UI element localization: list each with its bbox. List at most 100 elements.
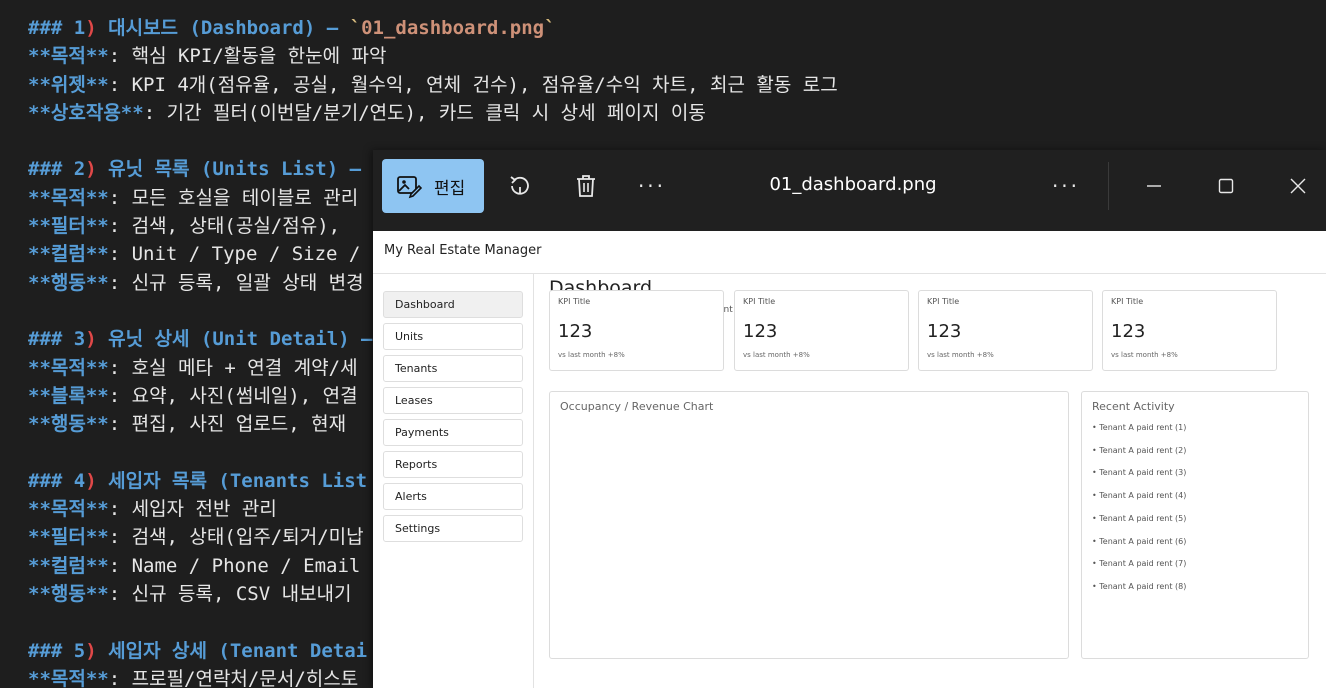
kpi-title: KPI Title (558, 297, 591, 306)
editor-token: **필터** (28, 526, 109, 549)
maximize-button[interactable] (1210, 170, 1242, 202)
sidebar-item-leases[interactable]: Leases (383, 387, 523, 414)
editor-token: **필터** (28, 215, 109, 238)
activity-item: • Tenant A paid rent (6) (1092, 536, 1187, 546)
editor-token: : 기간 필터(이번달/분기/연도), 카드 클릭 시 상세 페이지 이동 (143, 101, 706, 124)
viewer-toolbar: 편집 ··· 01_dashboard.png ··· (373, 150, 1326, 231)
editor-token: : KPI 4개(점유율, 공실, 월수익, 연체 건수), 점유율/수익 차트… (108, 73, 838, 96)
app-sidebar: Dashboard Units Tenants Leases Payments Repor… (373, 274, 534, 688)
editor-token: **위젯** (28, 73, 109, 96)
delete-button[interactable] (570, 170, 602, 202)
kpi-delta: vs last month +8% (743, 351, 810, 359)
editor-line: **목적**: 핵심 KPI/활동을 한눈에 파악 (28, 42, 1326, 70)
editor-token: : 세입자 전반 관리 (108, 498, 277, 521)
sidebar-item-tenants[interactable]: Tenants (383, 355, 523, 382)
more-icon: ··· (1051, 174, 1081, 198)
close-button[interactable] (1282, 170, 1314, 202)
toolbar-divider (1108, 162, 1109, 210)
editor-token: : Unit / Type / Size / (108, 243, 361, 266)
sidebar-item-reports[interactable]: Reports (383, 451, 523, 478)
kpi-card[interactable]: KPI Title 123 vs last month +8% (1102, 290, 1277, 371)
activity-item: • Tenant A paid rent (8) (1092, 581, 1187, 591)
image-canvas: My Real Estate Manager Dashboard Units Ten… (373, 231, 1326, 688)
editor-token: ### (28, 469, 74, 492)
rotate-button[interactable] (504, 170, 536, 202)
editor-token: : 프로필/연락처/문서/히스토 (108, 667, 359, 688)
minimize-button[interactable] (1138, 170, 1170, 202)
editor-token: : 검색, 상태(입주/퇴거/미납 (108, 526, 364, 549)
kpi-title: KPI Title (1111, 297, 1144, 306)
editor-token: : 편집, 사진 업로드, 현재 (108, 413, 347, 436)
editor-token: : 신규 등록, 일괄 상태 변경 (108, 271, 364, 294)
editor-token: **목적** (28, 186, 109, 209)
activity-item: • Tenant A paid rent (5) (1092, 513, 1187, 523)
editor-token: 유닛 상세 (Unit Detail) — (96, 328, 373, 351)
editor-token: : 검색, 상태(공실/점유), (108, 215, 341, 238)
editor-token: **행동** (28, 413, 109, 436)
editor-token: : 요약, 사진(썸네일), 연결 (108, 384, 358, 407)
editor-token: ) (85, 17, 97, 39)
editor-token: 1 (73, 17, 86, 39)
editor-token: 4 (73, 469, 86, 492)
editor-token: **목적** (28, 45, 109, 68)
editor-token: ### (28, 17, 74, 39)
rotate-icon (510, 176, 529, 195)
editor-token: **컬럼** (28, 554, 109, 577)
more-options-button[interactable]: ··· (636, 170, 668, 202)
editor-token: ) (85, 469, 97, 492)
editor-token: ### (28, 328, 74, 351)
editor-line: **위젯**: KPI 4개(점유율, 공실, 월수익, 연체 건수), 점유율… (28, 71, 1326, 99)
editor-token: 유닛 목록 (Units List) — (96, 158, 362, 181)
activity-title: Recent Activity (1092, 400, 1175, 413)
activity-item: • Tenant A paid rent (7) (1092, 559, 1187, 569)
title-more-button[interactable]: ··· (1050, 170, 1082, 202)
editor-token: **행동** (28, 271, 109, 294)
editor-token: ### (28, 639, 74, 662)
trash-icon (577, 175, 595, 197)
editor-token: 01_dashboard.png (361, 17, 545, 39)
kpi-value: 123 (558, 321, 593, 342)
minimize-icon (1147, 185, 1161, 187)
page-title: Dashboard (549, 277, 653, 291)
editor-token: **행동** (28, 582, 109, 605)
kpi-card[interactable]: KPI Title 123 vs last month +8% (918, 290, 1093, 371)
sidebar-item-units[interactable]: Units (383, 323, 523, 350)
editor-line: **상호작용**: 기간 필터(이번달/분기/연도), 카드 클릭 시 상세 페… (28, 99, 1326, 127)
kpi-delta: vs last month +8% (927, 351, 994, 359)
editor-token: ) (85, 639, 97, 662)
activity-item: • Tenant A paid rent (4) (1092, 491, 1187, 501)
activity-item: • Tenant A paid rent (2) (1092, 445, 1187, 455)
editor-token: **블록** (28, 384, 109, 407)
kpi-value: 123 (927, 321, 962, 342)
more-icon: ··· (637, 174, 667, 198)
kpi-value: 123 (743, 321, 778, 342)
sidebar-item-dashboard[interactable]: Dashboard (383, 291, 523, 318)
photo-viewer-window: 편집 ··· 01_dashboard.png ··· My Real Esta… (373, 150, 1326, 688)
editor-token: **목적** (28, 667, 109, 688)
editor-token: 3 (73, 328, 86, 351)
editor-token: 세입자 상세 (Tenant Detai (96, 639, 368, 662)
editor-token: **상호작용** (28, 101, 144, 124)
kpi-card[interactable]: KPI Title 123 vs last month +8% (734, 290, 909, 371)
editor-token: **컬럼** (28, 243, 109, 266)
editor-line: ### 1) 대시보드 (Dashboard) — `01_dashboard.… (28, 14, 1326, 42)
editor-token: 5 (73, 639, 86, 662)
edit-button[interactable]: 편집 (382, 159, 484, 213)
app-header: My Real Estate Manager (373, 231, 1326, 274)
sidebar-item-alerts[interactable]: Alerts (383, 483, 523, 510)
sidebar-item-settings[interactable]: Settings (383, 515, 523, 542)
sidebar-item-payments[interactable]: Payments (383, 419, 523, 446)
editor-token: ` (544, 17, 556, 39)
kpi-delta: vs last month +8% (558, 351, 625, 359)
edit-button-label: 편집 (434, 178, 466, 199)
kpi-title: KPI Title (743, 297, 776, 306)
editor-token: ) (85, 158, 97, 181)
editor-token: 세입자 목록 (Tenants List (96, 469, 368, 492)
kpi-delta: vs last month +8% (1111, 351, 1178, 359)
editor-token: 대시보드 (Dashboard) — (96, 17, 350, 39)
editor-token: **목적** (28, 356, 109, 379)
kpi-card[interactable]: KPI Title 123 vs last month +8% (549, 290, 724, 371)
viewer-filename: 01_dashboard.png (769, 174, 937, 195)
occupancy-revenue-chart: Occupancy / Revenue Chart (549, 391, 1069, 659)
editor-token: **목적** (28, 498, 109, 521)
